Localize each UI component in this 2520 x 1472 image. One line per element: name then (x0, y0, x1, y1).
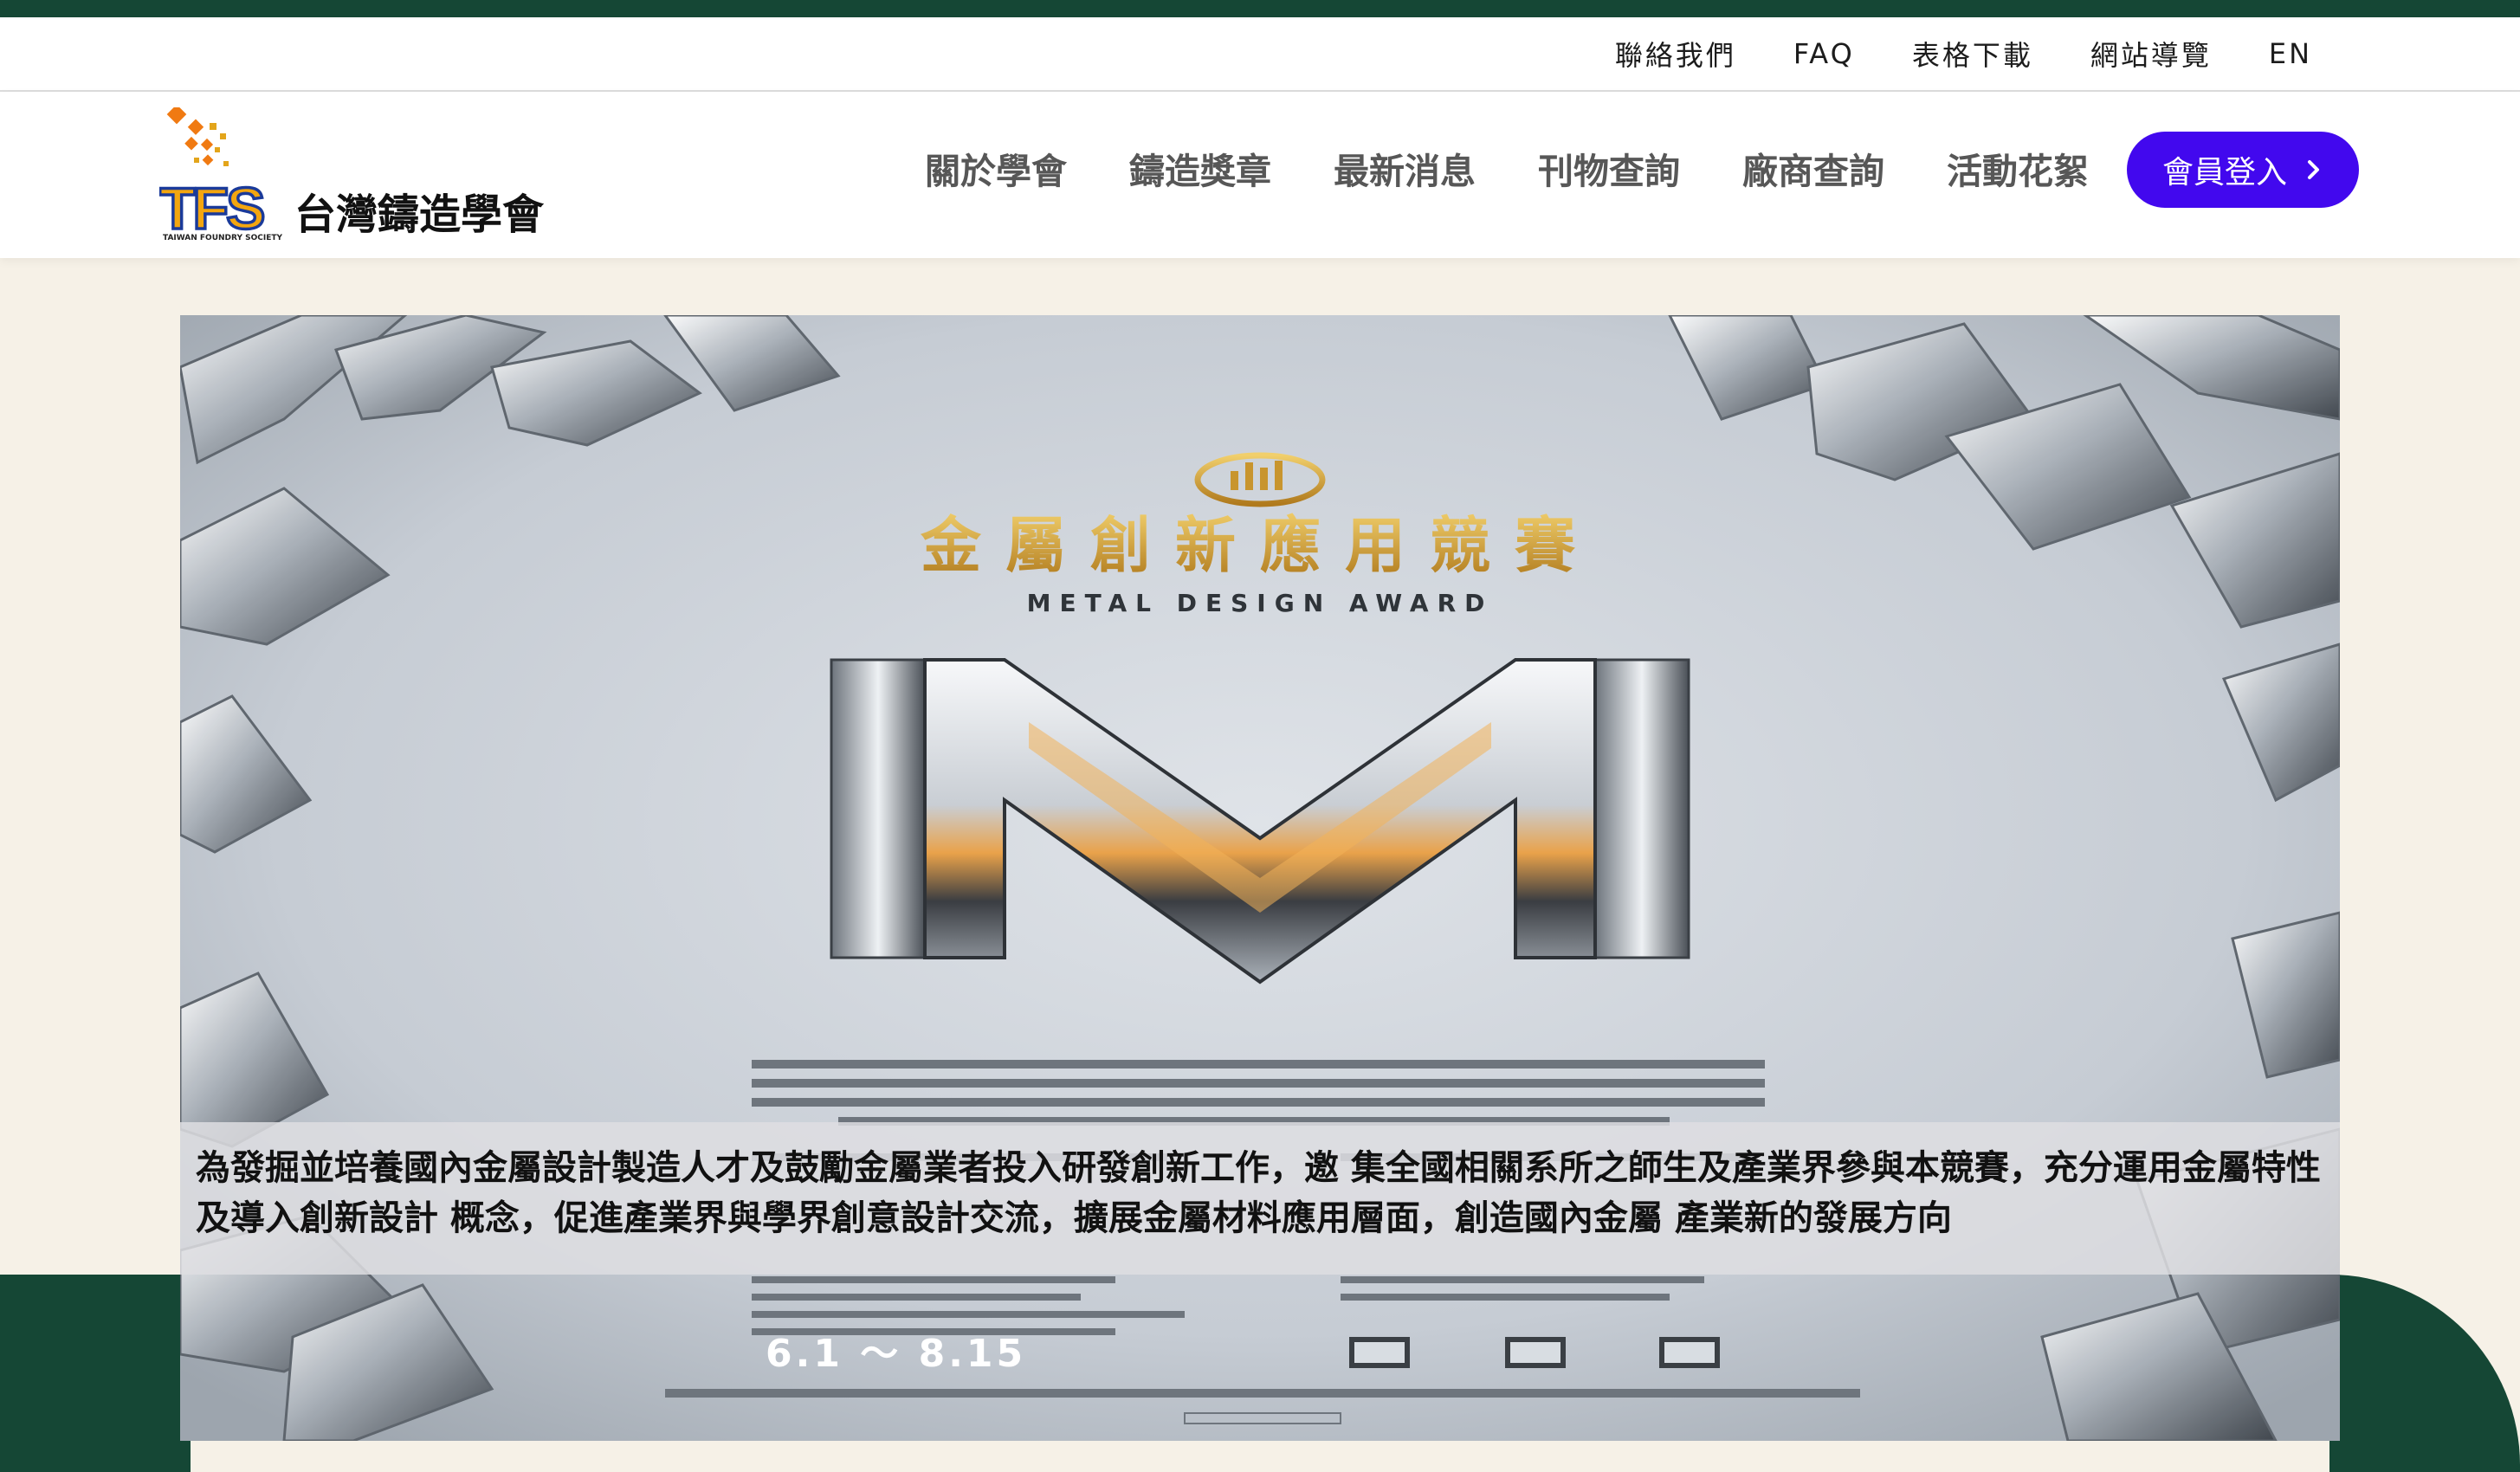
nav-publications[interactable]: 刊物查詢 (1538, 142, 1680, 194)
banner-caption: 為發掘並培養國內金屬設計製造人才及鼓勵金屬業者投入研發創新工作，邀 集全國相關系… (180, 1122, 2340, 1275)
utility-link-sitemap[interactable]: 網站導覽 (2090, 34, 2212, 74)
utility-bar: 聯絡我們 FAQ 表格下載 網站導覽 EN (0, 17, 2520, 92)
utility-link-english[interactable]: EN (2269, 37, 2312, 70)
utility-link-faq[interactable]: FAQ (1793, 37, 1855, 70)
utility-nav: 聯絡我們 FAQ 表格下載 網站導覽 EN (1615, 17, 2312, 90)
member-login-button[interactable]: 會員登入 (2127, 132, 2359, 208)
logo-subtitle: TAIWAN FOUNDRY SOCIETY (163, 234, 282, 242)
nav-gallery[interactable]: 活動花絮 (1947, 142, 2089, 194)
top-stripe (0, 0, 2520, 17)
qr-code-icon (1349, 1337, 1720, 1368)
svg-text:6.1 ～ 8.15: 6.1 ～ 8.15 (766, 1332, 1026, 1376)
chevron-right-icon (2308, 160, 2319, 179)
svg-text:金屬創新應用競賽: 金屬創新應用競賽 (920, 509, 1599, 581)
logo-name: 台灣鑄造學會 (294, 190, 545, 239)
nav-vendors[interactable]: 廠商查詢 (1742, 142, 1884, 194)
main-nav: 關於學會 鑄造獎章 最新消息 刊物查詢 廠商查詢 活動花絮 (925, 92, 2089, 244)
utility-link-forms[interactable]: 表格下載 (1912, 34, 2033, 74)
utility-link-contact[interactable]: 聯絡我們 (1615, 34, 1736, 74)
footer-band-right (2329, 1275, 2520, 1472)
tfs-logo-icon: TFS (159, 107, 268, 243)
nav-news[interactable]: 最新消息 (1334, 142, 1476, 194)
svg-text:TFS: TFS (159, 176, 263, 242)
footer-band-left (0, 1275, 191, 1472)
nav-medal[interactable]: 鑄造獎章 (1129, 142, 1271, 194)
nav-about[interactable]: 關於學會 (925, 142, 1067, 194)
site-logo[interactable]: TFS 台灣鑄造學會 TAIWAN FOUNDRY SOCIETY (159, 107, 558, 246)
main-header: TFS 台灣鑄造學會 TAIWAN FOUNDRY SOCIETY 關於學會 鑄… (0, 92, 2520, 258)
login-label: 會員登入 (2161, 155, 2287, 190)
svg-text:METAL DESIGN AWARD: METAL DESIGN AWARD (1027, 589, 1494, 617)
